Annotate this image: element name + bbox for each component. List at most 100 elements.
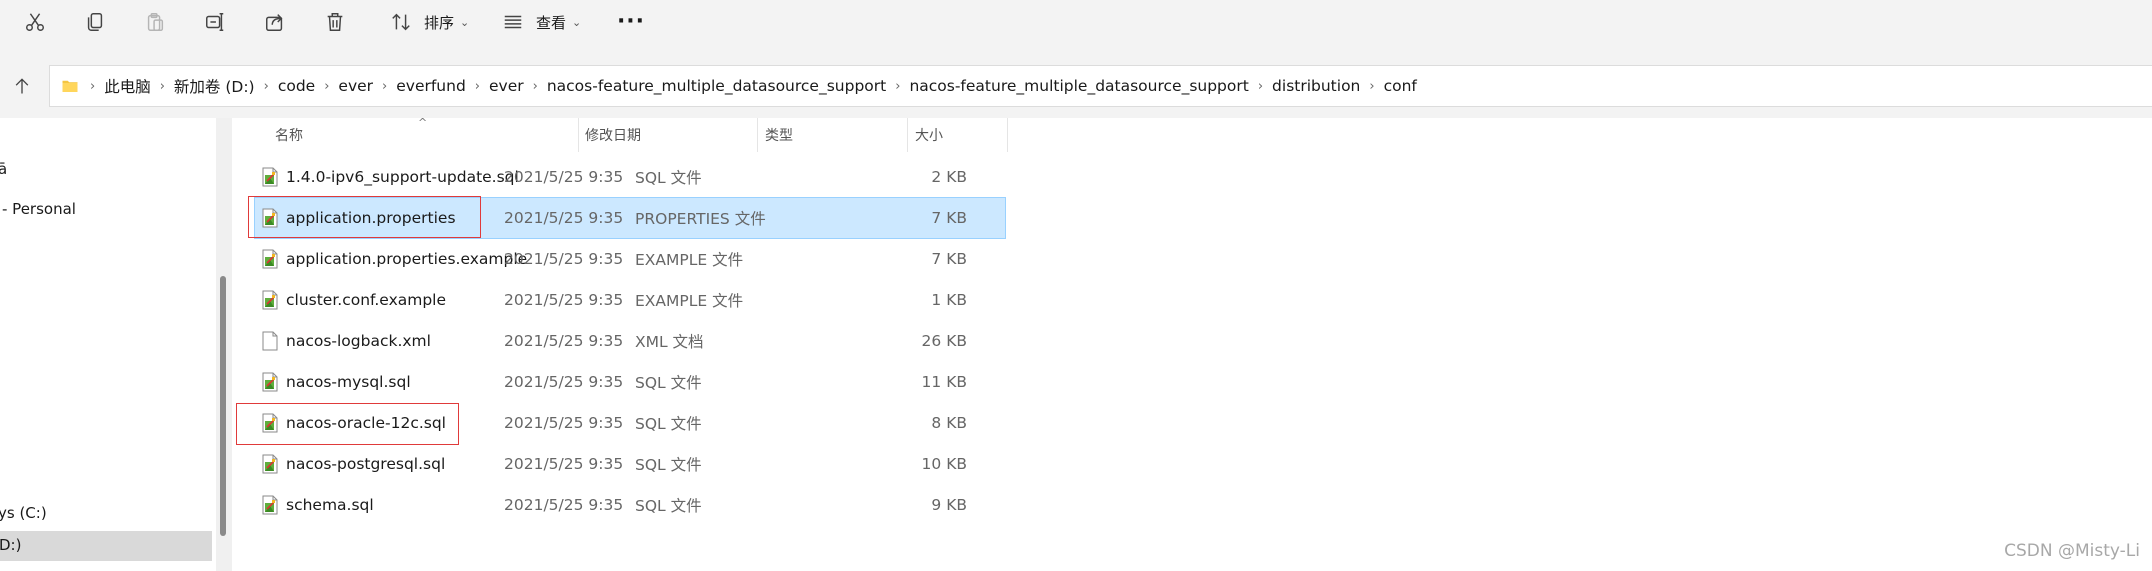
breadcrumb-nacos-feature[interactable]: nacos-feature_multiple_datasource_suppor… (542, 77, 891, 95)
file-name: nacos-logback.xml (286, 332, 431, 350)
breadcrumb-code[interactable]: code (273, 77, 320, 95)
column-header-date[interactable]: 修改日期 (585, 118, 755, 152)
breadcrumb-separator[interactable]: › (471, 79, 484, 94)
file-modified-date: 2021/5/25 9:35 (504, 455, 624, 473)
file-type: SQL 文件 (635, 415, 702, 433)
file-row[interactable]: nacos-logback.xml 2021/5/25 9:35 XML 文档 26 … (255, 321, 1005, 361)
column-divider[interactable] (1007, 118, 1008, 152)
file-modified-date: 2021/5/25 9:35 (504, 496, 624, 514)
folder-icon (60, 77, 80, 95)
file-list: ^ 名称 修改日期 类型 大小 1.4.0-ipv6_support-updat… (232, 116, 2152, 571)
column-divider[interactable] (907, 118, 908, 152)
paste-icon (140, 7, 170, 37)
navigation-pane: ā - Personal ys (C:) D:) (0, 118, 232, 571)
file-size: 1 KB (931, 291, 967, 309)
file-type: PROPERTIES 文件 (635, 210, 766, 228)
file-type: EXAMPLE 文件 (635, 292, 744, 310)
breadcrumb-separator[interactable]: › (260, 79, 273, 94)
sql-file-icon (261, 454, 279, 474)
file-modified-date: 2021/5/25 9:35 (504, 373, 624, 391)
copy-icon (80, 7, 110, 37)
file-row[interactable]: application.properties.example 2021/5/25 … (255, 239, 1005, 279)
nav-item-onedrive-personal[interactable]: - Personal (2, 200, 76, 218)
example-file-icon (261, 290, 279, 310)
file-row[interactable]: nacos-postgresql.sql 2021/5/25 9:35 SQL 文件… (255, 444, 1005, 484)
breadcrumb-ever-2[interactable]: ever (484, 77, 529, 95)
breadcrumb-this-pc[interactable]: 此电脑 (99, 75, 156, 97)
example-file-icon (261, 249, 279, 269)
breadcrumb-nacos-feature-2[interactable]: nacos-feature_multiple_datasource_suppor… (904, 77, 1253, 95)
file-type: XML 文档 (635, 333, 704, 351)
file-type: SQL 文件 (635, 456, 702, 474)
file-modified-date: 2021/5/25 9:35 (504, 414, 624, 432)
nav-selection-highlight (0, 531, 212, 561)
nav-item-partial[interactable]: ā (0, 160, 7, 178)
up-button[interactable] (6, 70, 38, 102)
scissors-icon (20, 7, 50, 37)
sql-file-icon (261, 495, 279, 515)
command-bar: 排序 ⌄ 查看 ⌄ ··· (0, 0, 2152, 54)
file-type: SQL 文件 (635, 497, 702, 515)
column-divider[interactable] (578, 118, 579, 152)
file-row[interactable]: nacos-mysql.sql 2021/5/25 9:35 SQL 文件 11 KB (255, 362, 1005, 402)
nav-item-drive-c[interactable]: ys (C:) (0, 504, 47, 522)
breadcrumb-separator: › (90, 78, 96, 94)
sort-button[interactable]: 排序 ⌄ (386, 5, 469, 39)
file-modified-date: 2021/5/25 9:35 (504, 209, 624, 227)
xml-file-icon (261, 331, 279, 351)
file-size: 9 KB (931, 496, 967, 514)
breadcrumb-everfund[interactable]: everfund (391, 77, 471, 95)
chevron-down-icon: ⌄ (572, 15, 582, 29)
rename-button[interactable] (200, 5, 230, 39)
file-type: SQL 文件 (635, 169, 702, 187)
file-row[interactable]: cluster.conf.example 2021/5/25 9:35 EXAMPL… (255, 280, 1005, 320)
delete-button[interactable] (320, 5, 350, 39)
file-name: nacos-postgresql.sql (286, 455, 446, 473)
column-header-size[interactable]: 大小 (915, 118, 995, 152)
cut-button[interactable] (20, 5, 50, 39)
breadcrumb-separator[interactable]: › (378, 79, 391, 94)
file-row[interactable]: schema.sql 2021/5/25 9:35 SQL 文件 9 KB (255, 485, 1005, 525)
breadcrumb-separator[interactable]: › (320, 79, 333, 94)
nav-item-drive-d[interactable]: D:) (0, 536, 21, 554)
file-modified-date: 2021/5/25 9:35 (504, 291, 624, 309)
watermark: CSDN @Misty-Li (2004, 541, 2140, 561)
breadcrumb-separator[interactable]: › (1365, 79, 1378, 94)
copy-button[interactable] (80, 5, 110, 39)
file-size: 11 KB (921, 373, 967, 391)
address-bar[interactable]: › 此电脑 › 新加卷 (D:) › code › ever › everfun… (49, 65, 2152, 107)
trash-icon (320, 7, 350, 37)
paste-button[interactable] (140, 5, 170, 39)
file-size: 8 KB (931, 414, 967, 432)
file-row[interactable]: 1.4.0-ipv6_support-update.sql 2021/5/25 9… (255, 157, 1005, 197)
view-label: 查看 (536, 13, 567, 32)
file-size: 26 KB (921, 332, 967, 350)
breadcrumb-separator[interactable]: › (529, 79, 542, 94)
nav-scrollbar-thumb[interactable] (220, 276, 226, 536)
chevron-down-icon: ⌄ (460, 15, 470, 29)
column-header-type[interactable]: 类型 (765, 118, 895, 152)
file-type: SQL 文件 (635, 374, 702, 392)
file-size: 10 KB (921, 455, 967, 473)
breadcrumb-separator[interactable]: › (156, 79, 169, 94)
column-divider[interactable] (757, 118, 758, 152)
breadcrumb-distribution[interactable]: distribution (1267, 77, 1365, 95)
view-button[interactable]: 查看 ⌄ (498, 5, 581, 39)
file-name: 1.4.0-ipv6_support-update.sql (286, 168, 519, 186)
file-modified-date: 2021/5/25 9:35 (504, 332, 624, 350)
address-row: › 此电脑 › 新加卷 (D:) › code › ever › everfun… (0, 54, 2152, 118)
more-options-button[interactable]: ··· (616, 5, 646, 39)
breadcrumb-drive-d[interactable]: 新加卷 (D:) (169, 75, 260, 97)
breadcrumb-conf[interactable]: conf (1379, 77, 1422, 95)
breadcrumb-separator[interactable]: › (891, 79, 904, 94)
share-icon (260, 7, 290, 37)
share-button[interactable] (260, 5, 290, 39)
file-modified-date: 2021/5/25 9:35 (504, 168, 624, 186)
column-header-name[interactable]: 名称 (275, 118, 455, 152)
arrow-up-icon (15, 78, 29, 94)
file-size: 2 KB (931, 168, 967, 186)
file-name: application.properties.example (286, 250, 528, 268)
annotation-box-application-properties (248, 196, 481, 238)
breadcrumb-ever[interactable]: ever (333, 77, 378, 95)
breadcrumb-separator[interactable]: › (1254, 79, 1267, 94)
